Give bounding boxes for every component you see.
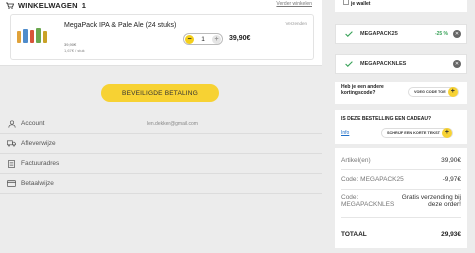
- summary-row-code2: Code: MEGAPACKNLES Gratis verzending bij…: [341, 194, 461, 218]
- summary-value: Gratis verzending bij deze order!: [401, 194, 461, 208]
- cart-item: MegaPack IPA & Pale Ale (24 stuks) 39,90…: [10, 14, 314, 60]
- detail-row-invoice-address[interactable]: Factuuradres: [0, 154, 322, 174]
- summary-label: Code: MEGAPACK25: [341, 176, 404, 183]
- summary-value: -9,97€: [442, 176, 461, 183]
- summary-row-total: TOTAAL 29,93€: [341, 224, 461, 244]
- wallet-icon: [343, 0, 349, 5]
- remove-code-icon[interactable]: ✕: [453, 60, 461, 68]
- truck-icon: [7, 139, 16, 148]
- promo-code-section: Heb je een andere kortingscode? VOEG COD…: [335, 82, 467, 104]
- order-summary: Artikel(en) 39,90€ Code: MEGAPACK25 -9,9…: [335, 148, 467, 248]
- summary-value: 39,90€: [441, 157, 461, 164]
- write-message-button[interactable]: SCHRIJF EEN KORTE TEKST +: [381, 128, 453, 138]
- detail-row-account[interactable]: Account len.dekker@gmail.com: [0, 114, 322, 134]
- total-value: 29,93€: [441, 230, 461, 238]
- card-icon: [7, 179, 16, 188]
- write-message-label: SCHRIJF EEN KORTE TEKST: [387, 131, 440, 135]
- product-unit-info: 1,67€ / stuk: [64, 48, 85, 53]
- summary-label: Code: MEGAPACKNLES: [341, 194, 395, 208]
- plus-icon: +: [447, 87, 458, 97]
- total-label: TOTAAL: [341, 230, 367, 238]
- wallet-row[interactable]: je wallet: [335, 0, 467, 12]
- add-code-label: VOEG CODE TOE: [414, 90, 446, 94]
- shipping-label: Verzenden: [285, 21, 307, 26]
- gift-question: IS DEZE BESTELLING EEN CADEAU?: [341, 116, 432, 122]
- detail-label: Account: [21, 120, 45, 127]
- product-unit-price: 39,90€: [64, 42, 77, 47]
- add-code-button[interactable]: VOEG CODE TOE +: [408, 87, 459, 97]
- detail-label: Factuuradres: [21, 160, 60, 167]
- check-icon: [345, 61, 353, 67]
- remove-code-icon[interactable]: ✕: [453, 30, 461, 38]
- line-total: 39,90€: [229, 35, 251, 42]
- product-image[interactable]: [17, 25, 48, 43]
- gift-section: IS DEZE BESTELLING EEN CADEAU? Info SCHR…: [335, 110, 467, 144]
- cart-header: WINKELWAGEN 1: [6, 0, 86, 10]
- detail-row-delivery[interactable]: Afleverwijze: [0, 134, 322, 154]
- order-sidebar: je wallet MEGAPACK25 -25 % ✕ MEGAPACKNLE…: [335, 0, 475, 253]
- cart-count: 1: [81, 0, 87, 10]
- cart-column: WINKELWAGEN 1 Verder winkelen MegaPack I…: [0, 0, 322, 253]
- detail-row-payment[interactable]: Betaalwijze: [0, 174, 322, 194]
- wallet-text: je wallet: [351, 1, 371, 7]
- applied-code-card: MEGAPACK25 -25 % ✕: [335, 24, 467, 44]
- promo-question: Heb je een andere kortingscode?: [341, 84, 384, 96]
- detail-label: Betaalwijze: [21, 180, 54, 187]
- product-title[interactable]: MegaPack IPA & Pale Ale (24 stuks): [64, 21, 184, 30]
- code-discount: -25 %: [434, 31, 448, 37]
- gift-info-link[interactable]: Info: [341, 130, 349, 136]
- user-icon: [7, 119, 16, 128]
- account-email: len.dekker@gmail.com: [147, 120, 198, 127]
- summary-label: Artikel(en): [341, 157, 371, 164]
- quantity-stepper: − 1 +: [183, 33, 223, 45]
- document-icon: [7, 159, 16, 168]
- secure-checkout-button[interactable]: BEVEILIGDE BETALING: [101, 84, 219, 102]
- plus-icon: +: [441, 128, 452, 138]
- cart-icon: [6, 2, 14, 9]
- summary-row-items: Artikel(en) 39,90€: [341, 152, 461, 170]
- code-name: MEGAPACKNLES: [360, 61, 407, 67]
- summary-row-code1: Code: MEGAPACK25 -9,97€: [341, 170, 461, 190]
- continue-shopping-link[interactable]: Verder winkelen: [276, 1, 312, 7]
- cart-title: WINKELWAGEN: [18, 0, 78, 10]
- detail-label: Afleverwijze: [21, 140, 56, 147]
- check-icon: [345, 31, 353, 37]
- applied-code-card: MEGAPACKNLES ✕: [335, 54, 467, 74]
- decrease-quantity-button[interactable]: −: [185, 34, 194, 44]
- quantity-value[interactable]: 1: [201, 36, 205, 43]
- cart-card: WINKELWAGEN 1 Verder winkelen MegaPack I…: [0, 0, 322, 66]
- increase-quantity-button[interactable]: +: [212, 34, 221, 44]
- code-name: MEGAPACK25: [360, 31, 398, 37]
